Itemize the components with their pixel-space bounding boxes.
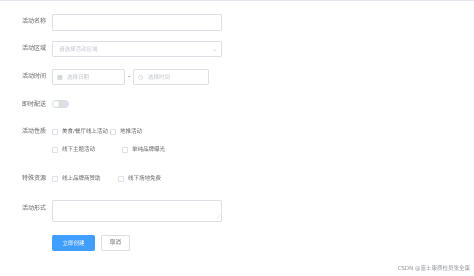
- name-label: 活动名称: [21, 18, 46, 25]
- name-input[interactable]: [52, 14, 222, 31]
- resource-option-1[interactable]: 线上品牌商赞助: [62, 175, 101, 183]
- desc-label: 活动形式: [21, 205, 46, 212]
- clock-icon: ◷: [138, 74, 144, 81]
- time-picker[interactable]: ◷ 选择时间: [133, 69, 209, 85]
- time-placeholder: 选择时间: [148, 75, 171, 81]
- time-label: 活动时间: [21, 73, 46, 80]
- region-placeholder: 请选择活动区域: [59, 47, 98, 53]
- type-checkbox-2[interactable]: [110, 129, 116, 135]
- type-label: 活动性质: [21, 128, 46, 135]
- switch-knob: [53, 101, 59, 107]
- calendar-icon: ▦: [57, 74, 63, 81]
- chevron-down-icon: ⌄: [211, 46, 217, 53]
- type-checkbox-3[interactable]: [52, 147, 58, 153]
- type-option-4[interactable]: 单纯品牌曝光: [132, 146, 165, 154]
- desc-textarea[interactable]: ⟋: [52, 200, 222, 222]
- resource-radio-1[interactable]: [52, 176, 58, 182]
- type-checkbox-4[interactable]: [122, 147, 128, 153]
- type-option-1[interactable]: 美食/餐厅线上活动: [62, 128, 108, 136]
- region-select[interactable]: 请选择活动区域 ⌄: [52, 41, 222, 57]
- date-placeholder: 选择日期: [67, 75, 90, 81]
- region-label: 活动区域: [21, 45, 46, 52]
- date-picker[interactable]: ▦ 选择日期: [52, 69, 125, 85]
- resource-label: 特殊资源: [21, 175, 46, 182]
- resize-handle-icon[interactable]: ⟋: [216, 215, 220, 221]
- watermark: CSDN @富士康质检员张全蛋: [397, 266, 470, 272]
- resource-option-2[interactable]: 线下场地免费: [128, 175, 161, 183]
- cancel-button[interactable]: 取消: [101, 235, 130, 251]
- submit-button[interactable]: 立即创建: [52, 235, 95, 251]
- top-divider: [0, 0, 474, 1]
- delivery-label: 即时配送: [21, 101, 46, 108]
- type-checkbox-1[interactable]: [52, 129, 58, 135]
- type-option-2[interactable]: 地推活动: [120, 128, 142, 136]
- delivery-switch[interactable]: [52, 100, 69, 108]
- time-separator: -: [128, 73, 131, 81]
- type-option-3[interactable]: 线下主题活动: [62, 146, 95, 154]
- resource-radio-2[interactable]: [118, 176, 124, 182]
